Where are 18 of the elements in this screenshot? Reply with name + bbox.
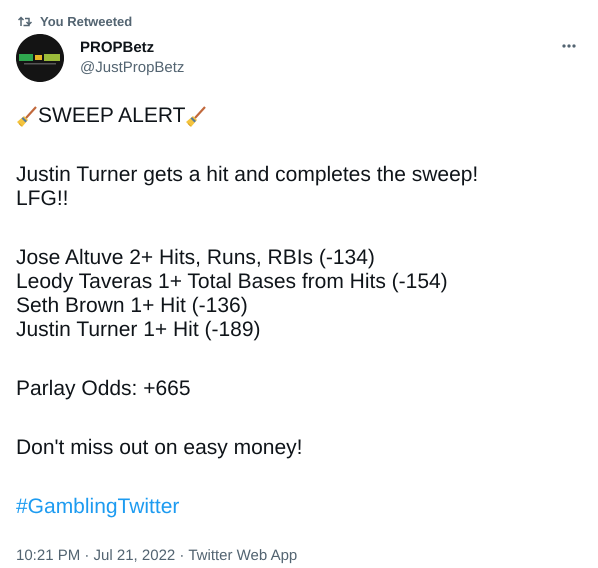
author-name[interactable]: PROPBetz — [80, 38, 184, 58]
headline-text: SWEEP ALERT — [38, 104, 186, 128]
tweet-text-line: Jose Altuve 2+ Hits, Runs, RBIs (-134) — [16, 246, 376, 270]
avatar[interactable] — [16, 34, 64, 82]
tweet-text-line: Parlay Odds: +665 — [16, 377, 192, 401]
retweet-icon — [18, 15, 32, 27]
tweet-text-line: LFG!! — [16, 187, 70, 211]
broom-icon — [185, 106, 208, 128]
more-icon — [562, 44, 576, 48]
retweet-context: You Retweeted — [40, 13, 132, 30]
tweet-text-line: Justin Turner 1+ Hit (-189) — [16, 318, 262, 342]
tweet-timestamp[interactable]: 10:21 PM · Jul 21, 2022 · Twitter Web App — [16, 547, 298, 564]
author-handle[interactable]: @JustPropBetz — [80, 58, 184, 78]
tweet-text-line: Justin Turner gets a hit and completes the sweep! — [16, 163, 480, 187]
tweet-text-line: Don't miss out on easy money! — [16, 436, 304, 460]
tweet-text-line: Seth Brown 1+ Hit (-136) — [16, 294, 249, 318]
broom-icon — [16, 106, 38, 128]
tweet-text-line: Leody Taveras 1+ Total Bases from Hits (-154) — [16, 270, 449, 294]
